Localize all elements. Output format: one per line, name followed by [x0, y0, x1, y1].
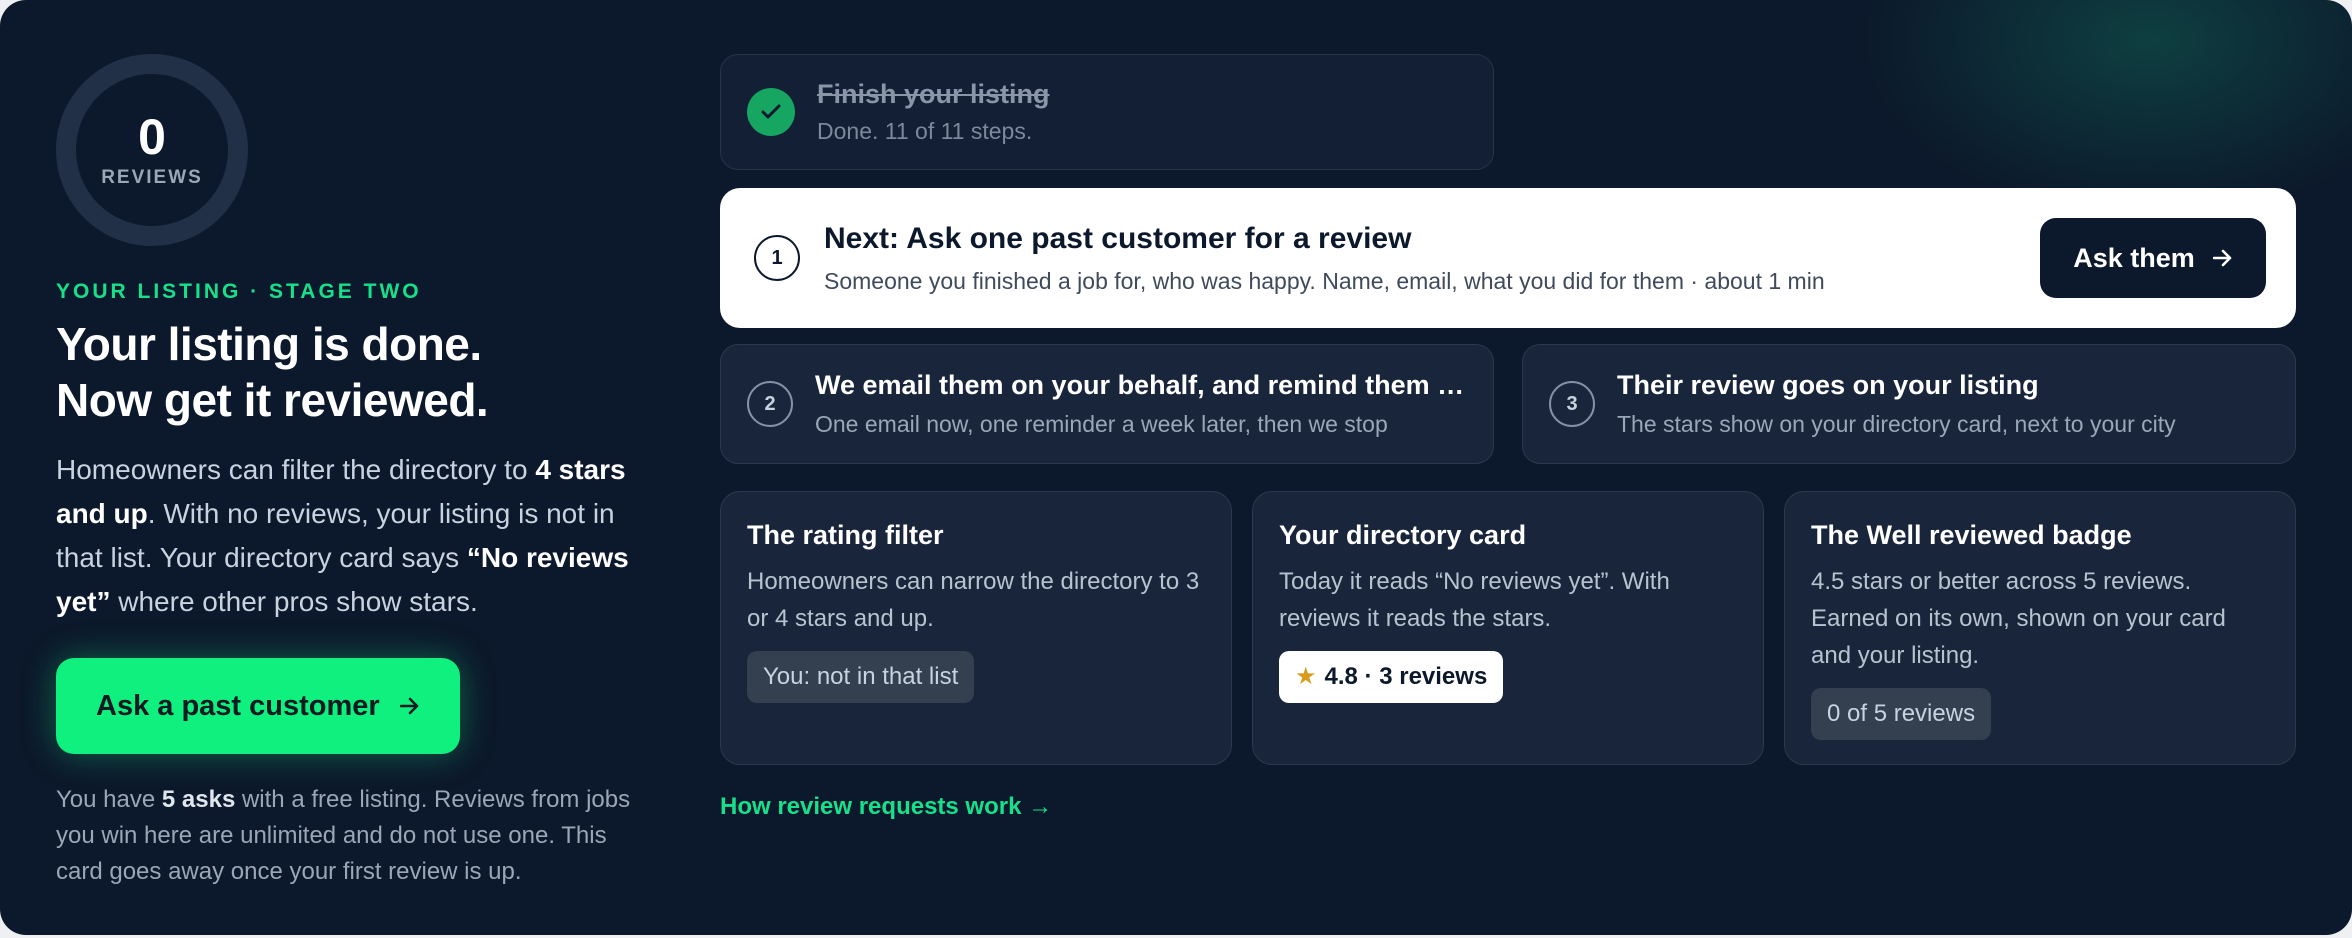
stage-eyebrow: YOUR LISTING · STAGE TWO: [56, 280, 422, 303]
headline-line-2: Now get it reviewed.: [56, 374, 489, 426]
info-card-directory-card: Your directory card Today it reads “No r…: [1252, 491, 1764, 765]
review-count-label: REVIEWS: [101, 167, 203, 188]
step-2-text: We email them on your behalf, and remind…: [815, 370, 1465, 438]
step-finish-listing: Finish your listing Done. 11 of 11 steps…: [720, 54, 1494, 170]
ask-past-customer-label: Ask a past customer: [96, 689, 380, 722]
step-number-3: 3: [1549, 381, 1595, 427]
check-icon: [747, 88, 795, 136]
info-card-well-reviewed-badge: The Well reviewed badge 4.5 stars or bet…: [1784, 491, 2296, 765]
rating-preview-badge: ★ 4.8 · 3 reviews: [1279, 651, 1504, 703]
info-card-title: The rating filter: [747, 520, 944, 550]
lead-paragraph: Homeowners can filter the directory to 4…: [56, 448, 646, 624]
ask-them-button[interactable]: Ask them: [2040, 218, 2266, 298]
headline-line-1: Your listing is done.: [56, 318, 482, 370]
lead-text-3: where other pros show stars.: [110, 586, 478, 617]
step-next-title: Next: Ask one past customer for a review: [824, 221, 1412, 255]
footnote-text-1: You have: [56, 786, 162, 813]
step-email-on-behalf: 2 We email them on your behalf, and remi…: [720, 344, 1494, 464]
ask-them-label: Ask them: [2073, 242, 2195, 273]
lead-text-1: Homeowners can filter the directory to: [56, 454, 536, 485]
page-title: Your listing is done. Now get it reviewe…: [56, 316, 646, 428]
step-next-ask-customer: 1 Next: Ask one past customer for a revi…: [720, 188, 2296, 328]
step-3-text: Their review goes on your listing The st…: [1617, 370, 2267, 438]
left-column: 0 REVIEWS YOUR LISTING · STAGE TWO Your …: [56, 54, 646, 890]
info-card-body: Today it reads “No reviews yet”. With re…: [1279, 568, 1670, 632]
step-finish-text: Finish your listing Done. 11 of 11 steps…: [817, 79, 1050, 145]
step-2-subtitle: One email now, one reminder a week later…: [815, 411, 1388, 437]
review-count: 0: [138, 109, 166, 165]
step-number-2: 2: [747, 381, 793, 427]
status-badge: You: not in that list: [747, 651, 975, 703]
info-card-body: 4.5 stars or better across 5 reviews. Ea…: [1811, 568, 2226, 669]
star-icon: ★: [1295, 663, 1317, 690]
arrow-right-icon: [399, 691, 420, 722]
status-badge: 0 of 5 reviews: [1811, 688, 1992, 740]
info-card-title: Your directory card: [1279, 520, 1527, 550]
how-review-requests-work-link[interactable]: How review requests work →: [720, 793, 1052, 821]
footnote-bold: 5 asks: [161, 786, 236, 813]
step-finish-title: Finish your listing: [817, 79, 1050, 109]
step-review-on-listing: 3 Their review goes on your listing The …: [1522, 344, 2296, 464]
step-number-1: 1: [754, 235, 800, 281]
step-next-text: Next: Ask one past customer for a review…: [824, 222, 2040, 295]
ask-past-customer-button[interactable]: Ask a past customer: [56, 658, 460, 754]
review-count-ring: 0 REVIEWS: [56, 54, 248, 246]
step-2-title: We email them on your behalf, and remind…: [815, 370, 1465, 400]
arrow-right-icon: [2212, 243, 2233, 274]
step-next-subtitle: Someone you finished a job for, who was …: [824, 267, 1825, 294]
rating-preview-text: 4.8 · 3 reviews: [1324, 663, 1488, 690]
review-onboarding-card: 0 REVIEWS YOUR LISTING · STAGE TWO Your …: [0, 0, 2352, 935]
info-card-title: The Well reviewed badge: [1811, 520, 2132, 550]
asks-footnote: You have 5 asks with a free listing. Rev…: [56, 782, 646, 890]
step-3-title: Their review goes on your listing: [1617, 370, 2039, 400]
info-card-rating-filter: The rating filter Homeowners can narrow …: [720, 491, 1232, 765]
step-finish-subtitle: Done. 11 of 11 steps.: [817, 118, 1033, 144]
step-3-subtitle: The stars show on your directory card, n…: [1617, 411, 2176, 437]
info-card-body: Homeowners can narrow the directory to 3…: [747, 568, 1200, 632]
